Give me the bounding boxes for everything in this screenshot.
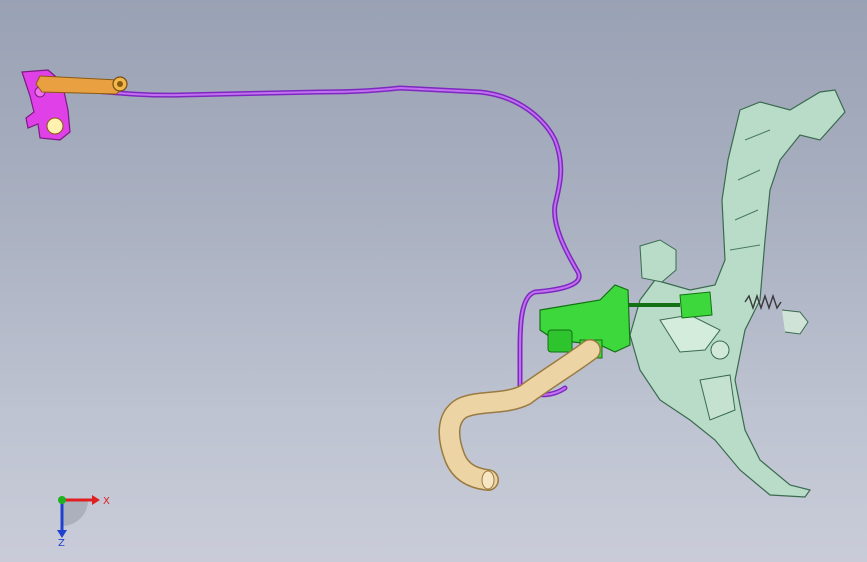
z-axis-label: Z: [58, 538, 65, 548]
3d-viewport[interactable]: X Z: [0, 0, 867, 562]
x-axis-label: X: [103, 496, 110, 507]
actuating-rod[interactable]: [35, 75, 128, 95]
y-axis-dot: [58, 496, 66, 504]
z-axis-arrow: [57, 530, 67, 538]
cad-model-scene[interactable]: [0, 0, 867, 562]
coordinate-triad: X Z: [57, 495, 110, 548]
pedal-assembly[interactable]: [629, 89, 846, 498]
return-spring[interactable]: [744, 293, 809, 335]
triad-quadrant: [62, 500, 88, 526]
clutch-line[interactable]: [57, 85, 582, 398]
x-axis-arrow: [92, 495, 100, 505]
